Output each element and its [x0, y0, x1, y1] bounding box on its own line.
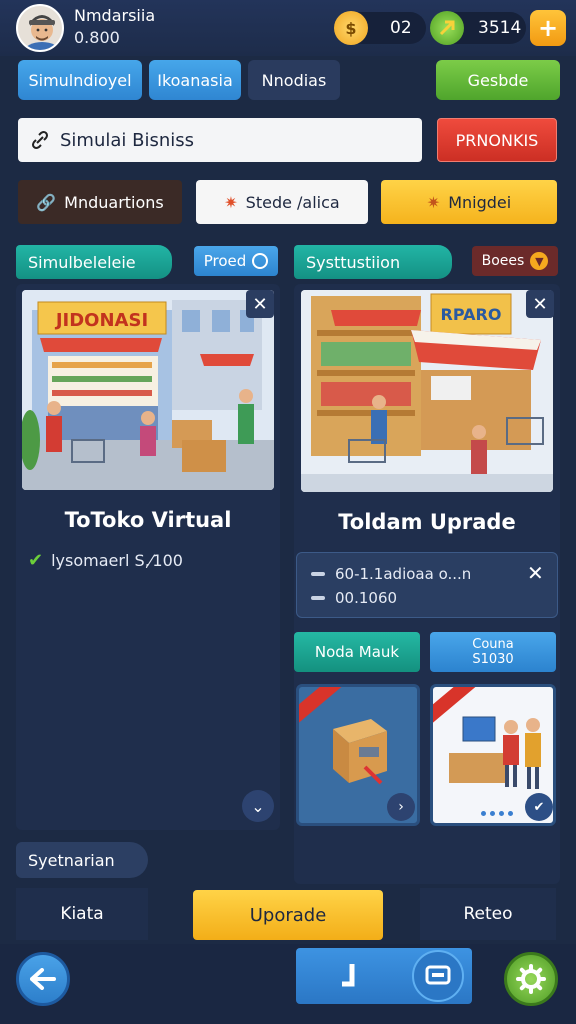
couna-button[interactable]: Couna S1030	[430, 632, 556, 672]
gem-value: 3514	[478, 18, 522, 38]
bubble-icon	[252, 253, 269, 269]
couna-value: S1030	[472, 652, 514, 667]
package-thumbnail[interactable]: ›	[296, 684, 420, 826]
player-avatar[interactable]	[16, 4, 64, 52]
proed-label: Proed	[203, 252, 247, 270]
noda-mauk-button[interactable]: Noda Mauk	[294, 632, 420, 672]
close-icon[interactable]: ✕	[526, 290, 554, 318]
search-value: Simulai Bisniss	[60, 129, 195, 151]
box-icon	[333, 719, 387, 785]
add-currency-button[interactable]: +	[530, 10, 566, 46]
leaf-gem-icon	[430, 11, 464, 45]
back-arrow-icon[interactable]	[16, 952, 70, 1006]
store-upgrade-image: RPARO	[301, 290, 553, 492]
cashier-thumbnail[interactable]: ✔	[430, 684, 556, 826]
store-sign-text: JIDONASI	[54, 310, 148, 331]
boees-badge[interactable]: Boees ▼	[472, 246, 558, 276]
bottom-nav-bar	[0, 944, 576, 1024]
dash-icon	[311, 572, 325, 576]
info-line-2: 00.1060	[311, 589, 397, 607]
info-line-1-text: 60-1.1adioaa o...n	[335, 565, 472, 583]
left-footer-label: Syetnarian	[16, 842, 148, 878]
left-section-label: Simulbeleleie	[16, 245, 172, 279]
filter-mnigdei[interactable]: ✷ Mnigdei	[381, 180, 557, 224]
upgrade-button[interactable]: Uporade	[193, 890, 383, 940]
tab-geside[interactable]: Gesbde	[436, 60, 560, 100]
info-line-2-text: 00.1060	[335, 589, 398, 607]
pager-dots	[481, 811, 513, 816]
dash-icon	[311, 596, 325, 600]
search-action-button[interactable]: PRNONKIS	[437, 118, 557, 162]
close-icon[interactable]: ✕	[527, 561, 544, 585]
chevron-right-icon[interactable]: ›	[387, 793, 415, 821]
chevron-down-icon[interactable]: ⌄	[242, 790, 274, 822]
filter-manduartions[interactable]: 🔗 Mnduartions	[18, 180, 182, 224]
center-nav-panel[interactable]	[296, 948, 472, 1004]
coin-icon: $	[334, 11, 368, 45]
upgrade-info-box: 60-1.1adioaa o...n 00.1060 ✕	[296, 552, 558, 618]
boees-label: Boees	[481, 253, 525, 269]
card-stat-text: lysomaerl S,⁄100	[51, 551, 183, 570]
settings-gear-icon[interactable]	[504, 952, 558, 1006]
chain-icon: 🔗	[36, 192, 57, 212]
right-section-label: Systtustiion	[294, 245, 452, 279]
close-icon[interactable]: ✕	[246, 290, 274, 318]
link-icon	[32, 131, 48, 149]
card-title-left: ToToko Virtual	[64, 508, 232, 532]
coin-value: 02	[390, 18, 412, 38]
checkmark-icon[interactable]: ✔	[525, 793, 553, 821]
card-stat-left: ✔ lysomaerl S,⁄100	[28, 550, 183, 571]
top-bar: Nmdarsiia 0.800 $ 02 3514 +	[0, 0, 576, 56]
player-name: Nmdarsiia	[74, 6, 156, 25]
player-score: 0.800	[74, 28, 120, 47]
checkmark-icon: ✔	[28, 550, 44, 571]
filter-label: Mnigdei	[448, 192, 512, 212]
virtual-store-image: JIDONASI	[22, 290, 274, 490]
cashier-icon	[449, 716, 541, 789]
gear-badge-icon: ✷	[224, 192, 238, 212]
tab-simulation[interactable]: Simulndioyel	[18, 60, 142, 100]
avatar-portrait	[18, 6, 62, 50]
tab-nodes[interactable]: Nnodias	[248, 60, 340, 100]
chevron-down-icon: ▼	[530, 252, 549, 270]
store-sign-text: RPARO	[441, 305, 502, 324]
info-line-1: 60-1.1adioaa o...n	[311, 565, 471, 583]
card-title-right: Toldam Uprade	[338, 510, 516, 534]
filter-label: Stede /alica	[245, 192, 340, 212]
tab-indonesia[interactable]: Ikoanasia	[149, 60, 241, 100]
proed-badge[interactable]: Proed	[194, 246, 278, 276]
filter-label: Mnduartions	[64, 192, 164, 212]
couna-label: Couna	[472, 637, 514, 652]
chat-bubble-icon[interactable]	[412, 950, 464, 1002]
search-input[interactable]: Simulai Bisniss	[18, 118, 422, 162]
reteo-button[interactable]: Reteo	[420, 888, 556, 940]
gear-badge-icon: ✷	[426, 192, 441, 212]
hook-icon	[342, 964, 355, 987]
kiata-button[interactable]: Kiata	[16, 888, 148, 940]
filter-stede-alica[interactable]: ✷ Stede /alica	[196, 180, 368, 224]
